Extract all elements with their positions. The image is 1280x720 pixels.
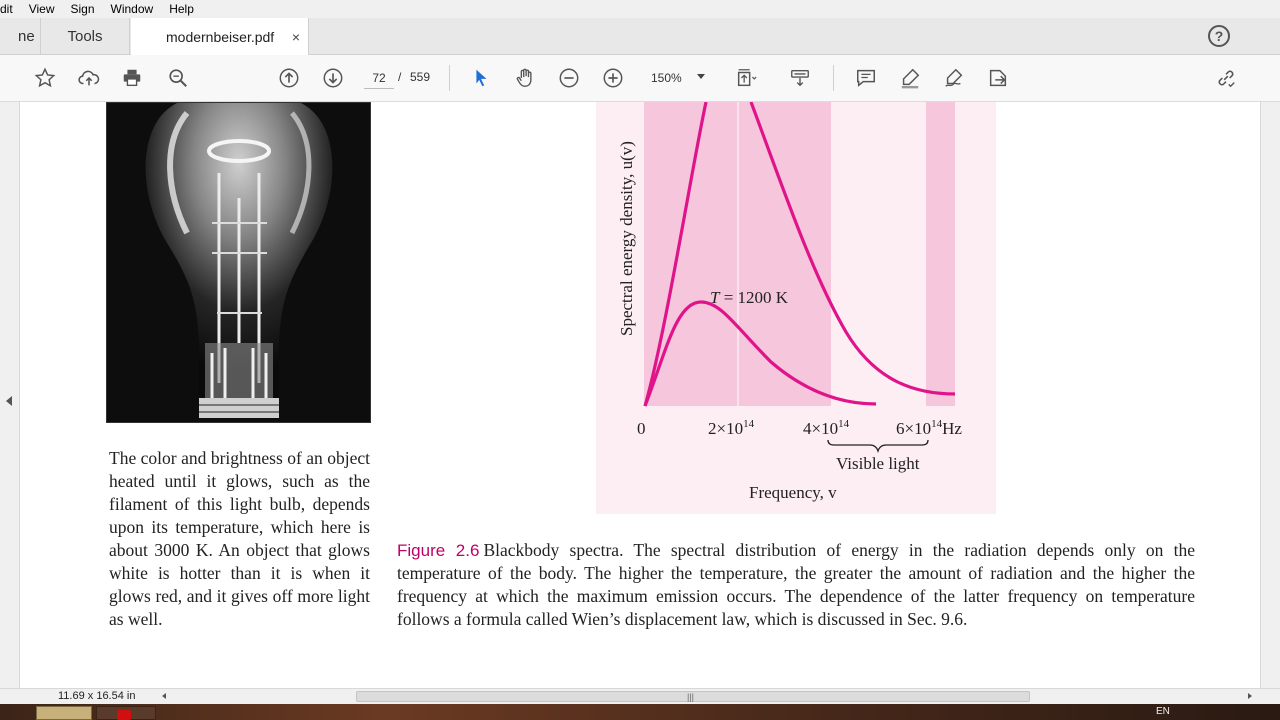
keyboard-scroll-icon[interactable]: [786, 64, 814, 92]
shaded-band: [926, 102, 955, 406]
x-tick-2e14-base: 2×10: [708, 419, 743, 438]
scroll-left-icon[interactable]: [162, 693, 166, 699]
toolbar-divider: [449, 65, 450, 91]
zoom-level-select[interactable]: 150%: [645, 67, 713, 89]
x-tick-2e14-exp: 14: [743, 418, 755, 430]
zoom-level-value: 150%: [651, 71, 682, 85]
taskbar-acrobat[interactable]: [96, 706, 156, 720]
os-taskbar: EN: [0, 704, 1280, 720]
menu-window[interactable]: Window: [111, 2, 154, 16]
x-tick-4e14: 4×1014: [803, 418, 850, 438]
visible-light-label: Visible light: [836, 454, 920, 473]
status-bar: 11.69 x 16.54 in |||: [0, 688, 1280, 704]
acrobat-icon: [117, 710, 131, 720]
menu-view[interactable]: View: [29, 2, 55, 16]
light-bulb-photo: [106, 102, 371, 423]
page-separator: /: [398, 70, 402, 84]
curve-label: T = 1200 K: [710, 288, 789, 307]
figure-caption-text: Blackbody spectra. The spectral distribu…: [397, 540, 1195, 629]
taskbar-file-explorer[interactable]: [36, 706, 92, 720]
visible-light-brace: [827, 439, 929, 454]
x-tick-unit: Hz: [942, 419, 962, 438]
menu-edit[interactable]: dit: [0, 2, 13, 16]
menu-bar: dit View Sign Window Help: [0, 0, 1280, 18]
x-tick-4e14-exp: 14: [838, 418, 850, 430]
zoom-out-icon[interactable]: [555, 64, 583, 92]
document-view[interactable]: The color and brightness of an object he…: [0, 101, 1280, 688]
blackbody-figure: Spectral energy density, u(v) T = 1200 K…: [596, 101, 996, 514]
tab-home-label: ne: [18, 28, 35, 45]
x-axis-label: Frequency, v: [749, 483, 837, 502]
photo-caption: The color and brightness of an object he…: [109, 448, 370, 629]
toolbar: 72 / 559 150%: [0, 55, 1280, 102]
zoom-search-icon[interactable]: [164, 64, 192, 92]
sign-pen-icon[interactable]: [940, 64, 968, 92]
comment-icon[interactable]: [852, 64, 880, 92]
send-edit-icon[interactable]: [984, 64, 1012, 92]
tab-document[interactable]: modernbeiser.pdf ×: [131, 18, 309, 55]
x-tick-6e14: 6×1014Hz: [896, 418, 962, 438]
acrobat-window: dit View Sign Window Help ne Tools moder…: [0, 0, 1280, 720]
help-icon[interactable]: ?: [1208, 25, 1230, 47]
close-tab-icon[interactable]: ×: [292, 29, 300, 45]
share-link-icon[interactable]: [1212, 64, 1240, 92]
upload-cloud-icon[interactable]: [75, 64, 103, 92]
x-tick-2e14: 2×1014: [708, 418, 755, 438]
x-tick-6e14-exp: 14: [931, 418, 943, 430]
curve-label-value: = 1200 K: [719, 288, 788, 307]
x-tick-4e14-base: 4×10: [803, 419, 838, 438]
page-number-input[interactable]: 72: [364, 67, 394, 89]
previous-page-icon[interactable]: [275, 64, 303, 92]
page-fit-icon[interactable]: [732, 64, 760, 92]
figure-caption-label: Figure 2.6: [397, 541, 480, 560]
hand-tool-icon[interactable]: [511, 64, 539, 92]
page-total: 559: [410, 70, 431, 84]
language-indicator[interactable]: EN: [1156, 706, 1170, 717]
tab-bar: ne Tools modernbeiser.pdf × ?: [0, 18, 1280, 55]
print-icon[interactable]: [118, 64, 146, 92]
select-pointer-icon[interactable]: [467, 64, 495, 92]
tab-tools-label: Tools: [67, 28, 103, 45]
left-panel-gutter: [0, 102, 20, 688]
y-axis-label: Spectral energy density, u(v): [617, 141, 636, 336]
menu-help[interactable]: Help: [169, 2, 194, 16]
page-size-readout: 11.69 x 16.54 in: [58, 690, 136, 702]
figure-caption: Figure 2.6 Blackbody spectra. The spectra…: [397, 539, 1195, 631]
tab-tools[interactable]: Tools: [40, 18, 130, 55]
tab-document-label: modernbeiser.pdf: [166, 28, 275, 45]
bookmark-star-icon[interactable]: [31, 64, 59, 92]
next-page-icon[interactable]: [319, 64, 347, 92]
expand-left-panel-icon[interactable]: [6, 396, 12, 406]
tab-home[interactable]: ne: [18, 18, 40, 55]
toolbar-divider: [833, 65, 834, 91]
chevron-down-icon: [697, 74, 705, 79]
scroll-right-icon[interactable]: [1248, 693, 1252, 699]
x-tick-6e14-base: 6×10: [896, 419, 931, 438]
menu-sign[interactable]: Sign: [70, 2, 94, 16]
zoom-in-icon[interactable]: [599, 64, 627, 92]
scrollbar-grip-icon: |||: [687, 692, 695, 702]
right-panel-gutter: [1260, 102, 1280, 688]
x-tick-0: 0: [637, 419, 646, 438]
horizontal-scrollbar[interactable]: |||: [356, 691, 1030, 702]
highlight-pen-icon[interactable]: [896, 64, 924, 92]
